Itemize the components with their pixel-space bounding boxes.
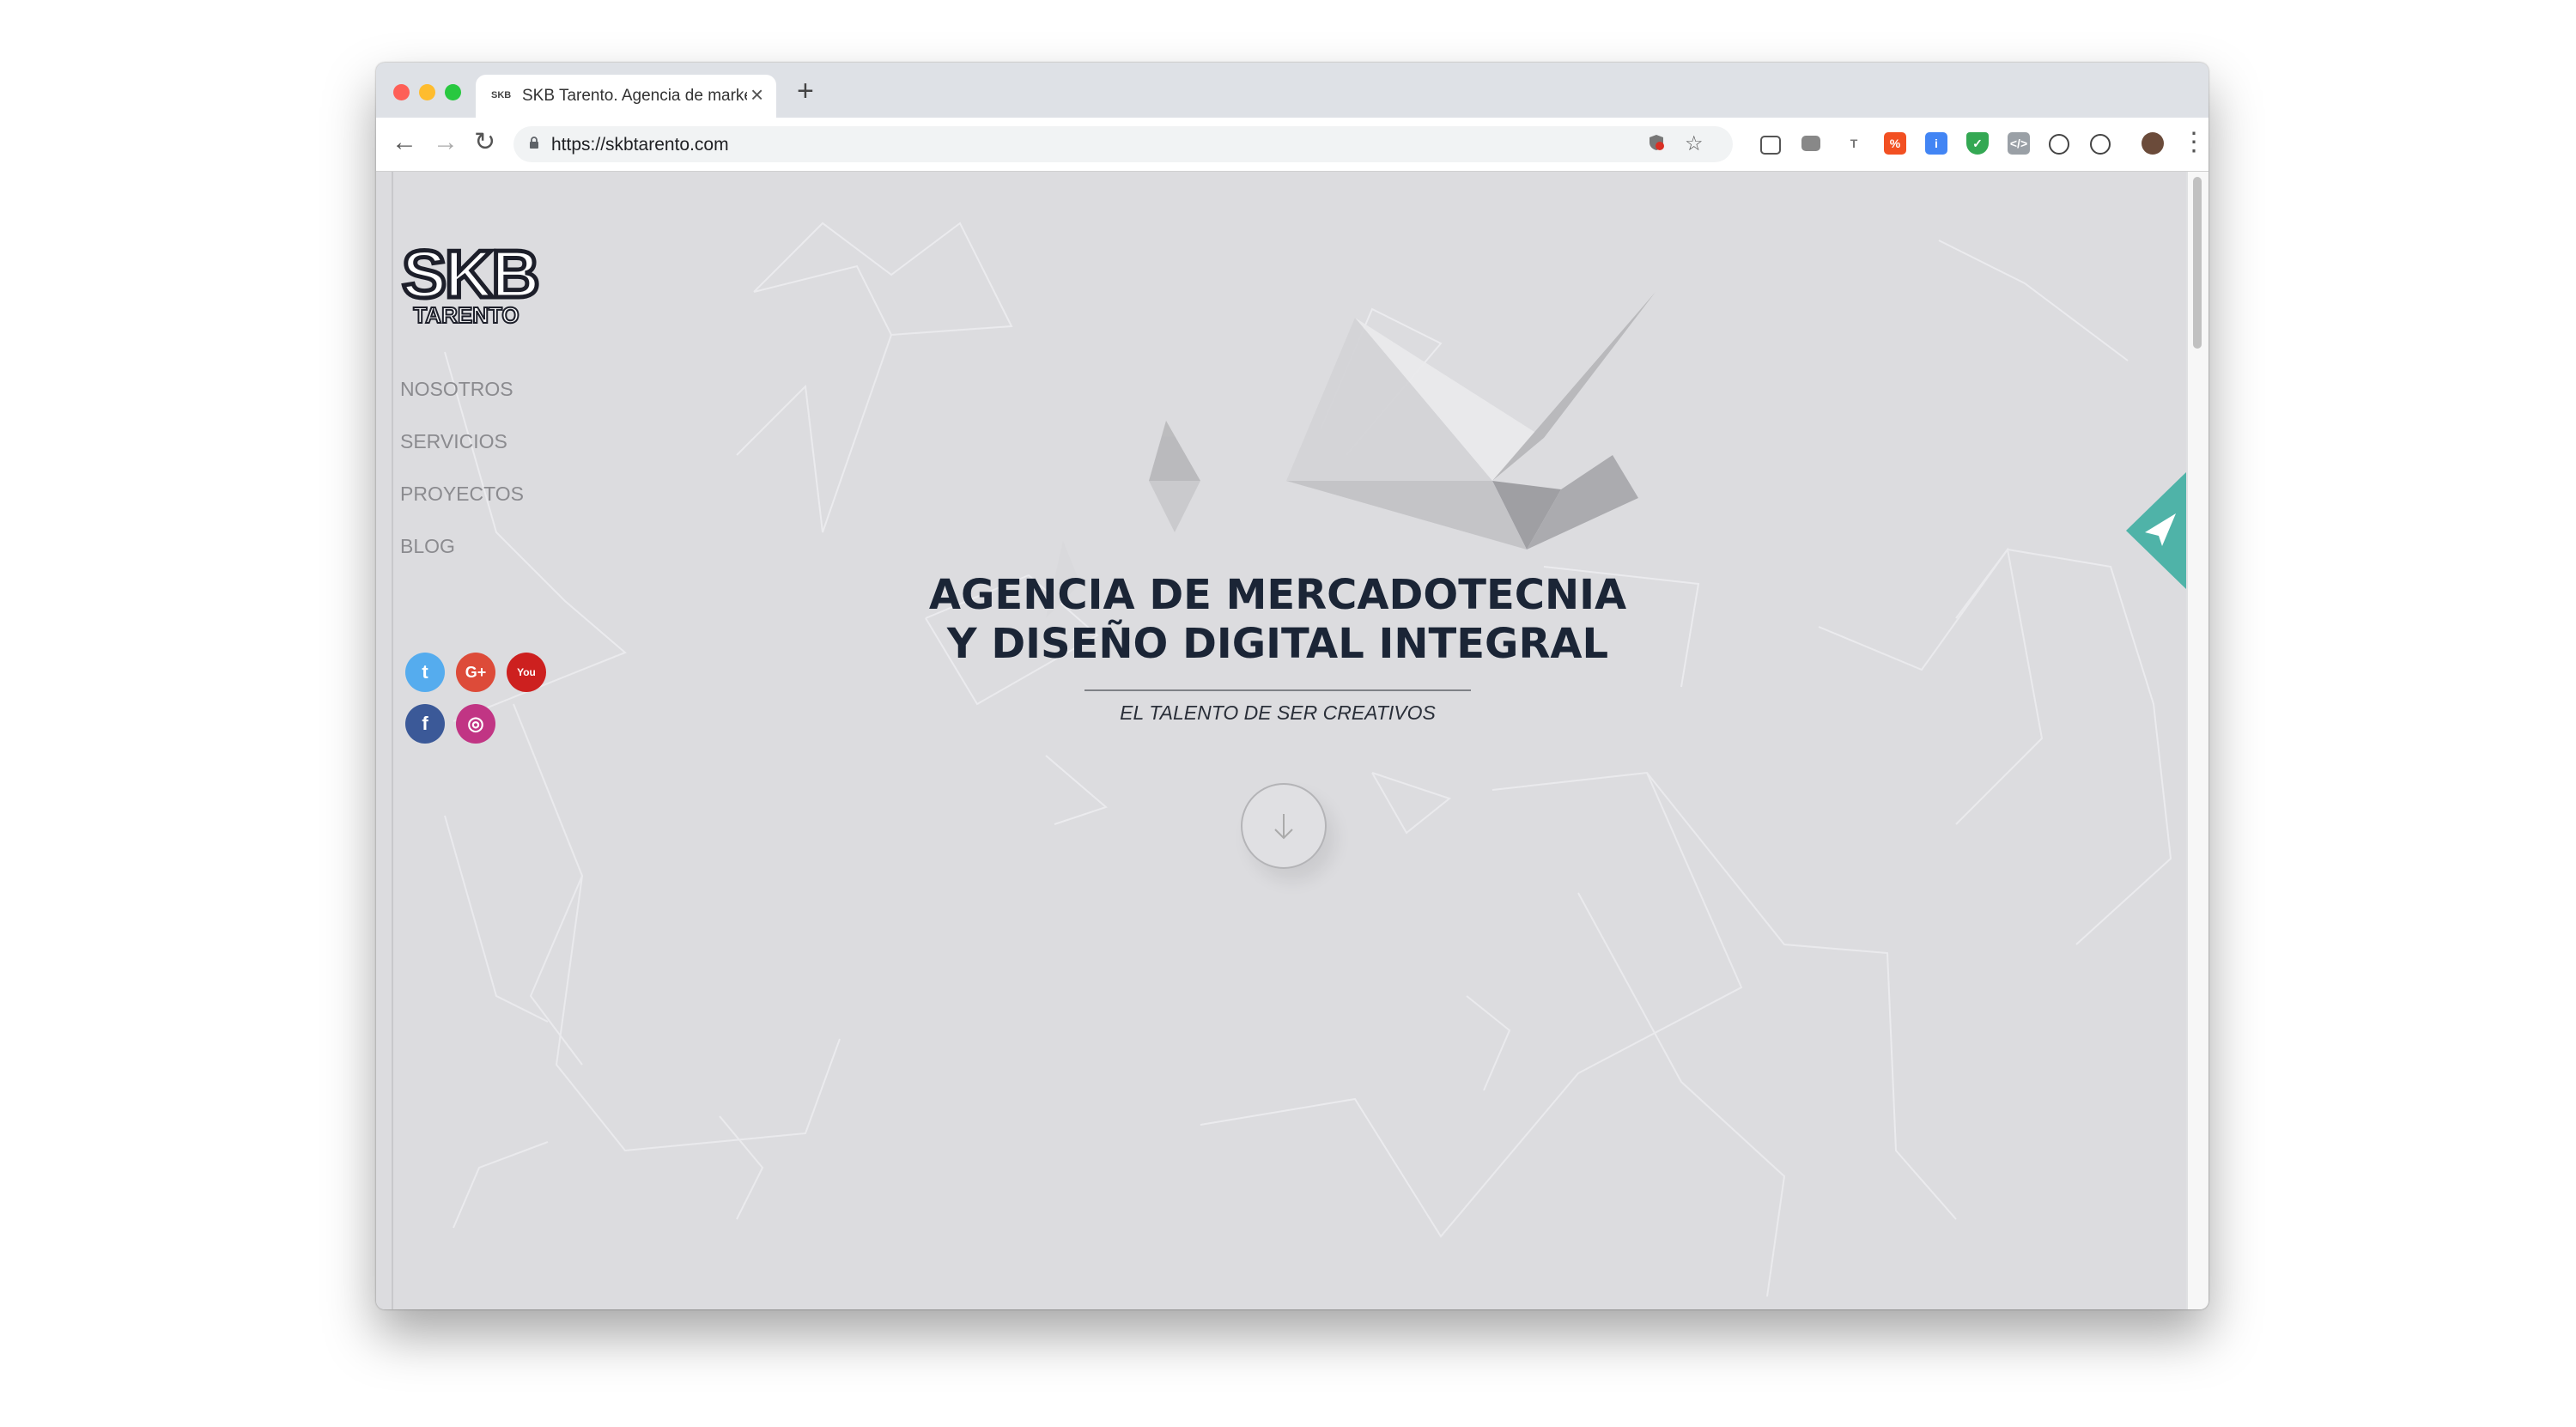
page-viewport: SKB TARENTO NOSOTROS SERVICIOS PROYECTOS… (376, 172, 2186, 1309)
reload-button[interactable]: ↻ (474, 130, 495, 155)
hero-subtitle: EL TALENTO DE SER CREATIVOS (1120, 701, 1436, 724)
google-plus-icon[interactable]: G+ (456, 653, 495, 692)
text-extension-icon[interactable]: T (1843, 132, 1865, 155)
browser-tab[interactable]: SKB SKB Tarento. Agencia de marketing × (476, 75, 776, 118)
hero-divider (1084, 689, 1471, 691)
target-extension-icon[interactable] (2049, 134, 2069, 155)
logo-main-text: SKB (400, 236, 543, 312)
tab-bar: SKB SKB Tarento. Agencia de marketing × … (376, 63, 2208, 118)
menu-item-blog[interactable]: BLOG (400, 535, 524, 557)
menu-item-servicios[interactable]: SERVICIOS (400, 430, 524, 452)
site-favicon-icon: SKB (491, 90, 512, 100)
scrollbar-thumb[interactable] (2193, 177, 2202, 349)
tab-close-icon[interactable]: × (750, 83, 763, 106)
facebook-icon[interactable]: f (405, 704, 445, 744)
browser-toolbar: ← → ↻ https://skbtarento.com ☆ T % i ✓ <… (376, 118, 2208, 172)
page-scrollbar[interactable] (2188, 172, 2208, 1309)
scroll-down-button[interactable] (1241, 783, 1327, 869)
logo-sub-text: TARENTO (412, 302, 519, 328)
avatar[interactable] (2142, 132, 2164, 155)
address-bar[interactable]: https://skbtarento.com ☆ (513, 126, 1733, 162)
hero-section: AGENCIA DE MERCADOTECNIA Y DISEÑO DIGITA… (874, 571, 1681, 725)
twitter-icon[interactable]: t (405, 653, 445, 692)
browser-menu-icon[interactable]: ⋮ (2181, 130, 2207, 155)
screenshot-extension-icon[interactable] (1760, 136, 1781, 155)
shield-extension-icon[interactable]: ✓ (1966, 132, 1989, 155)
browser-window: SKB SKB Tarento. Agencia de marketing × … (376, 63, 2208, 1309)
polygon-background-icon (444, 222, 2172, 1297)
new-tab-button[interactable]: + (797, 76, 814, 106)
contact-paper-plane-button[interactable] (2126, 471, 2186, 591)
blocked-content-icon[interactable] (1647, 133, 1666, 157)
url-text: https://skbtarento.com (551, 135, 729, 155)
sync-extension-icon[interactable] (2090, 134, 2111, 155)
page-left-border (392, 172, 393, 1309)
arrow-down-icon (1274, 814, 1293, 840)
code-extension-icon[interactable]: </> (2008, 132, 2030, 155)
hero-title-line2: Y DISEÑO DIGITAL INTEGRAL (946, 620, 1609, 668)
youtube-icon[interactable]: You (507, 653, 546, 692)
tab-title: SKB Tarento. Agencia de marketing (522, 87, 747, 105)
percent-extension-icon[interactable]: % (1884, 132, 1906, 155)
menu-item-nosotros[interactable]: NOSOTROS (400, 378, 524, 400)
bookmark-star-icon[interactable]: ☆ (1685, 133, 1704, 155)
minimize-window-button[interactable] (419, 84, 435, 100)
hero-title-line1: AGENCIA DE MERCADOTECNIA (928, 571, 1627, 619)
lock-icon (530, 137, 538, 149)
back-button[interactable]: ← (392, 130, 417, 155)
blue-extension-icon[interactable]: i (1925, 132, 1947, 155)
camera-extension-icon[interactable] (1801, 136, 1820, 151)
instagram-icon[interactable]: ◎ (456, 704, 495, 744)
maximize-window-button[interactable] (445, 84, 461, 100)
forward-button[interactable]: → (433, 130, 459, 155)
close-window-button[interactable] (393, 84, 410, 100)
main-menu: NOSOTROS SERVICIOS PROYECTOS BLOG (400, 378, 524, 587)
menu-item-proyectos[interactable]: PROYECTOS (400, 483, 524, 505)
site-logo[interactable]: SKB TARENTO (400, 236, 543, 328)
